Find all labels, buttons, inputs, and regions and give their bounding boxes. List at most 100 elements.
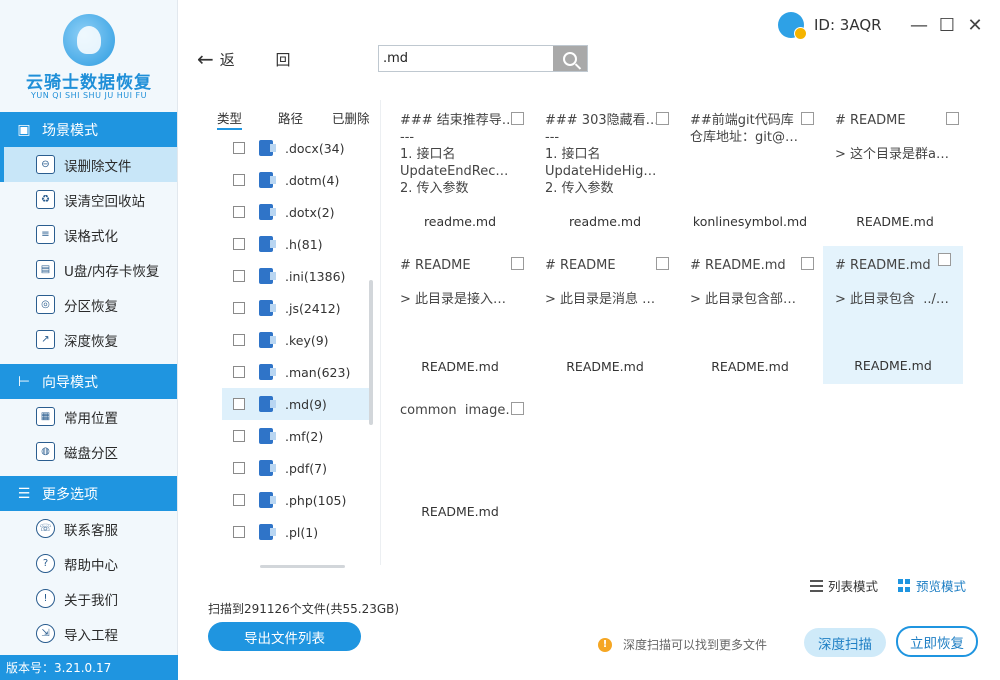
card-checkbox[interactable]	[801, 112, 814, 125]
import-project-icon: ⇲	[36, 624, 55, 643]
word-doc-icon	[259, 300, 276, 316]
file-type-label: .mf(2)	[285, 428, 324, 444]
file-card[interactable]: # README > 此目录是接入… README.md	[390, 253, 530, 391]
checkbox[interactable]	[233, 174, 245, 186]
checkbox[interactable]	[233, 270, 245, 282]
nav-common-location[interactable]: ▦ 常用位置	[0, 399, 177, 434]
file-type-row-selected[interactable]: .md(9)	[222, 388, 370, 420]
file-type-row[interactable]: .mf(2)	[222, 420, 370, 452]
nav-deep-recovery[interactable]: ↗ 深度恢复	[0, 322, 177, 357]
checkbox[interactable]	[233, 334, 245, 346]
deep-recovery-icon: ↗	[36, 330, 55, 349]
logo: 云骑士数据恢复 YUN QI SHI SHU JU HUI FU	[0, 0, 177, 112]
tab-type[interactable]: 类型	[217, 100, 243, 130]
section-more-options[interactable]: ☰ 更多选项	[0, 476, 177, 511]
nav-help-center[interactable]: ? 帮助中心	[0, 546, 177, 581]
file-card[interactable]: ### 303隐藏看… --- 1. 接口名 UpdateHideHig… 2.…	[535, 108, 675, 246]
section-scene-mode[interactable]: ▣ 场景模式	[0, 112, 177, 147]
card-checkbox[interactable]	[511, 257, 524, 270]
checkbox[interactable]	[233, 302, 245, 314]
file-type-row[interactable]: .h(81)	[222, 228, 370, 260]
file-type-label: .man(623)	[285, 364, 351, 380]
deep-scan-button[interactable]: 深度扫描	[804, 628, 886, 657]
file-card[interactable]: # README > 此目录是消息 … README.md	[535, 253, 675, 391]
file-card-highlighted[interactable]: # README.md > 此目录包含 ../… README.md	[823, 246, 963, 384]
user-id-area[interactable]: ID: 3AQR	[778, 12, 882, 40]
tab-deleted[interactable]: 已删除	[332, 100, 370, 130]
back-button[interactable]: ← 返 回	[197, 47, 309, 71]
tab-path[interactable]: 路径	[278, 100, 303, 130]
card-checkbox[interactable]	[511, 112, 524, 125]
file-card[interactable]: # README > 这个目录是群a… README.md	[825, 108, 965, 246]
recover-now-button[interactable]: 立即恢复	[896, 626, 978, 657]
checkbox[interactable]	[233, 142, 245, 154]
checkbox[interactable]	[233, 206, 245, 218]
horizontal-scrollbar[interactable]	[260, 565, 345, 568]
export-file-list-button[interactable]: 导出文件列表	[208, 622, 361, 651]
card-checkbox[interactable]	[938, 253, 951, 266]
user-id: ID: 3AQR	[814, 16, 882, 34]
preview-mode-toggle[interactable]: 预览模式	[898, 576, 966, 595]
card-checkbox[interactable]	[656, 112, 669, 125]
menu-icon: ☰	[17, 485, 31, 502]
recycle-bin-icon: ♻	[36, 190, 55, 209]
search-button[interactable]	[553, 46, 587, 71]
file-type-row[interactable]: .pl(1)	[222, 516, 370, 548]
file-card[interactable]: ### 结束推荐导… --- 1. 接口名 UpdateEndRec… 2. 传…	[390, 108, 530, 246]
file-snippet: ### 303隐藏看… --- 1. 接口名 UpdateHideHig… 2.…	[545, 113, 659, 196]
checkbox[interactable]	[233, 398, 245, 410]
file-type-row[interactable]: .php(105)	[222, 484, 370, 516]
card-checkbox[interactable]	[801, 257, 814, 270]
file-type-label: .md(9)	[285, 396, 327, 412]
minimize-button[interactable]: —	[908, 12, 930, 38]
word-doc-icon	[259, 524, 276, 540]
warning-icon: !	[598, 637, 612, 652]
list-mode-toggle[interactable]: 列表模式	[810, 576, 878, 595]
file-type-row[interactable]: .js(2412)	[222, 292, 370, 324]
file-type-row[interactable]: .man(623)	[222, 356, 370, 388]
section-guide-mode[interactable]: ⊢ 向导模式	[0, 364, 177, 399]
nav-deleted-files[interactable]: ⊖ 误删除文件	[0, 147, 177, 182]
checkbox[interactable]	[233, 494, 245, 506]
nav-import-project[interactable]: ⇲ 导入工程	[0, 616, 177, 651]
file-name: README.md	[856, 214, 934, 229]
search-input[interactable]	[379, 46, 553, 71]
nav-usb-card[interactable]: ▤ U盘/内存卡恢复	[0, 252, 177, 287]
file-card[interactable]: common image… README.md	[390, 398, 530, 536]
nav-label: 联系客服	[64, 522, 118, 539]
preview-mode-label: 预览模式	[916, 579, 967, 594]
checkbox[interactable]	[233, 366, 245, 378]
file-type-row[interactable]: .dotx(2)	[222, 196, 370, 228]
card-checkbox[interactable]	[511, 402, 524, 415]
close-button[interactable]: ✕	[964, 12, 986, 38]
file-type-row[interactable]: .pdf(7)	[222, 452, 370, 484]
nav-about-us[interactable]: ! 关于我们	[0, 581, 177, 616]
checkbox[interactable]	[233, 238, 245, 250]
word-doc-icon	[259, 428, 276, 444]
card-checkbox[interactable]	[946, 112, 959, 125]
checkbox[interactable]	[233, 526, 245, 538]
file-card[interactable]: # README.md > 此目录包含部… README.md	[680, 253, 820, 391]
file-type-row[interactable]: .docx(34)	[222, 132, 370, 164]
file-name: README.md	[854, 358, 932, 373]
card-checkbox[interactable]	[656, 257, 669, 270]
checkbox[interactable]	[233, 462, 245, 474]
nav-customer-service[interactable]: ☏ 联系客服	[0, 511, 177, 546]
maximize-button[interactable]: ☐	[936, 12, 958, 38]
file-card[interactable]: ##前端git代码库 仓库地址：git@… konlinesymbol.md	[680, 108, 820, 246]
nav-disk-partition[interactable]: ◍ 磁盘分区	[0, 434, 177, 469]
file-type-row[interactable]: .dotm(4)	[222, 164, 370, 196]
nav-label: 误清空回收站	[64, 193, 145, 210]
file-type-row[interactable]: .key(9)	[222, 324, 370, 356]
section-title: 向导模式	[42, 374, 98, 391]
file-type-row[interactable]: .ini(1386)	[222, 260, 370, 292]
vertical-scrollbar[interactable]	[369, 280, 373, 425]
nav-recycle-bin[interactable]: ♻ 误清空回收站	[0, 182, 177, 217]
logo-emblem-icon	[63, 14, 115, 66]
customer-service-icon: ☏	[36, 519, 55, 538]
file-snippet: # README.md > 此目录包含部…	[690, 258, 797, 307]
nav-label: 分区恢复	[64, 298, 118, 315]
checkbox[interactable]	[233, 430, 245, 442]
nav-partition-recovery[interactable]: ◎ 分区恢复	[0, 287, 177, 322]
nav-format[interactable]: ≡ 误格式化	[0, 217, 177, 252]
